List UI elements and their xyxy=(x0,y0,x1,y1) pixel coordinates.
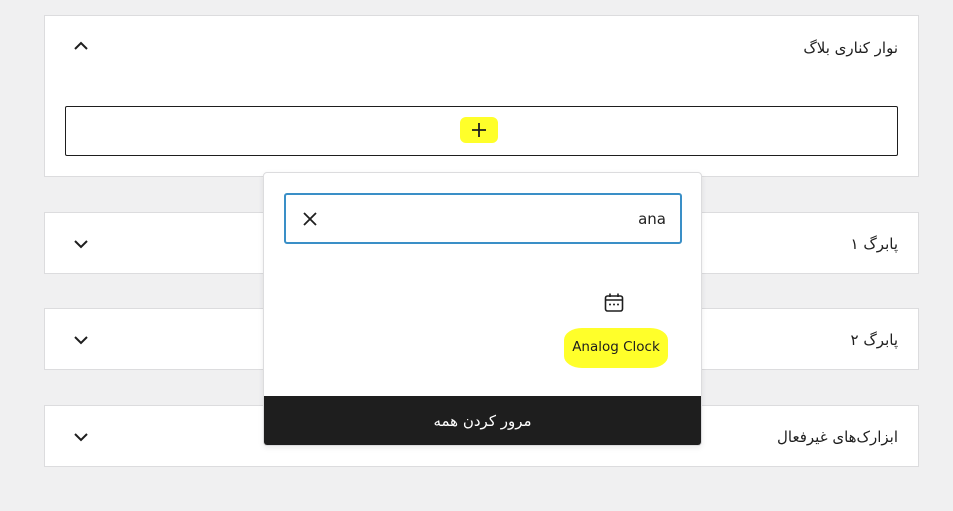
widget-area-blog-sidebar: نوار کناری بلاگ xyxy=(44,15,919,177)
block-result-label: Analog Clock xyxy=(572,339,660,355)
calendar-icon xyxy=(602,291,626,315)
chevron-up-icon[interactable] xyxy=(72,37,90,55)
browse-all-button[interactable]: مرور کردن همه xyxy=(264,396,701,445)
add-block-button[interactable] xyxy=(65,106,898,156)
widget-area-title[interactable]: ابزارک‌های غیرفعال xyxy=(777,428,898,446)
plus-icon[interactable] xyxy=(460,117,498,143)
block-result-analog-clock[interactable]: Analog Clock xyxy=(560,283,670,373)
widget-area-title[interactable]: پابرگ ۲ xyxy=(851,331,898,349)
block-search-box[interactable] xyxy=(284,193,682,244)
chevron-down-icon[interactable] xyxy=(72,235,90,253)
close-icon[interactable] xyxy=(300,209,320,229)
chevron-down-icon[interactable] xyxy=(72,428,90,446)
widget-area-title[interactable]: پابرگ ۱ xyxy=(851,235,898,253)
block-inserter-popover: Analog Clock مرور کردن همه xyxy=(263,172,702,446)
block-label-highlight: Analog Clock xyxy=(564,328,668,368)
widget-area-title[interactable]: نوار کناری بلاگ xyxy=(803,39,898,57)
block-search-input[interactable] xyxy=(336,195,666,242)
chevron-down-icon[interactable] xyxy=(72,331,90,349)
